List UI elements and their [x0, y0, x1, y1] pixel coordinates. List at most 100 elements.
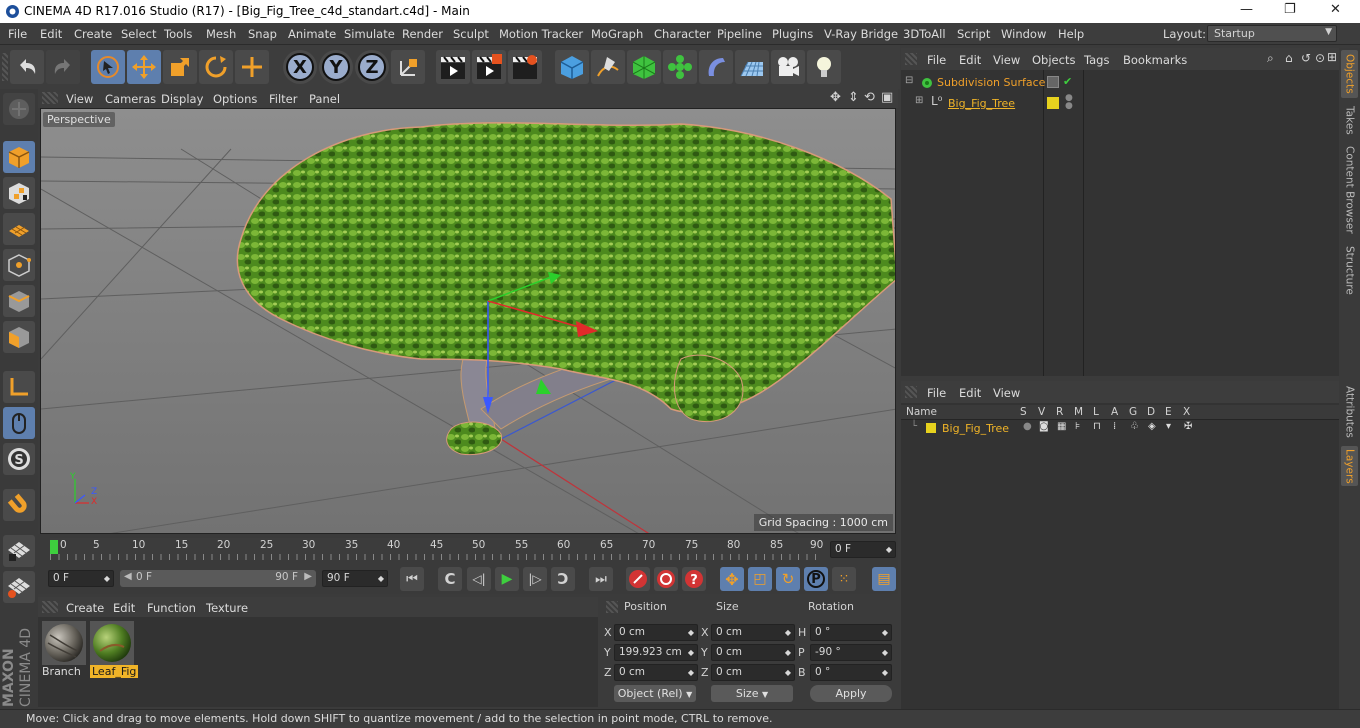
key-scale-button[interactable]: ◰	[748, 567, 772, 591]
cloner-button[interactable]	[663, 50, 697, 84]
menu-simulate[interactable]: Simulate	[344, 27, 395, 41]
viewport-rotate-icon[interactable]: ⟲	[864, 90, 875, 105]
layer-col-e[interactable]: E	[1165, 406, 1172, 418]
planar-workplane-button[interactable]	[3, 571, 35, 603]
undo-button[interactable]	[10, 50, 44, 84]
menu-window[interactable]: Window	[1001, 27, 1046, 41]
polygons-mode-button[interactable]	[3, 321, 35, 353]
locked-workplane-button[interactable]	[3, 535, 35, 567]
expressions-icon[interactable]: ▾	[1166, 421, 1171, 432]
viewport-maximize-icon[interactable]: ▣	[881, 90, 893, 105]
record-keys-button[interactable]	[626, 567, 650, 591]
coords-grip[interactable]	[606, 601, 618, 613]
view-eye-icon[interactable]: ◙	[1039, 421, 1049, 432]
layer-menu-edit[interactable]: Edit	[959, 386, 981, 400]
viewport-menu-view[interactable]: View	[66, 92, 93, 106]
prev-key-button[interactable]: C	[438, 567, 462, 591]
visibility-dots-icon[interactable]: ● ●	[1065, 94, 1073, 111]
points-mode-button[interactable]	[3, 249, 35, 281]
menu-mograph[interactable]: MoGraph	[591, 27, 643, 41]
material-menu-edit[interactable]: Edit	[113, 601, 135, 615]
layer-col-name[interactable]: Name	[906, 406, 937, 418]
object-menu-objects[interactable]: Objects	[1032, 53, 1075, 67]
size-y-field[interactable]: 0 cm ◆	[711, 644, 795, 661]
recent-tool-button[interactable]	[235, 50, 269, 84]
new-view-icon[interactable]: ⊞	[1327, 50, 1337, 64]
auto-key-button[interactable]	[654, 567, 678, 591]
end-frame-field[interactable]: 90 F ◆	[322, 570, 388, 587]
layer-color-icon[interactable]	[1047, 97, 1059, 109]
layer-col-d[interactable]: D	[1147, 406, 1155, 418]
menu-help[interactable]: Help	[1058, 27, 1084, 41]
pos-z-field[interactable]: 0 cm ◆	[614, 664, 698, 681]
current-frame-field[interactable]: 0 F ◆	[830, 541, 896, 558]
object-menu-view[interactable]: View	[993, 53, 1020, 67]
solo-icon[interactable]: ●	[1023, 421, 1032, 432]
range-left-arrow-icon[interactable]: ◀	[124, 571, 132, 582]
viewport-menu-cameras[interactable]: Cameras	[105, 92, 156, 106]
edges-mode-button[interactable]	[3, 285, 35, 317]
menu-character[interactable]: Character	[654, 27, 711, 41]
range-right-arrow-icon[interactable]: ▶	[304, 571, 312, 582]
frame-range-slider[interactable]: ◀ 0 F 90 F ▶	[120, 570, 316, 587]
layer-name-big-fig-tree[interactable]: Big_Fig_Tree	[942, 422, 1009, 435]
scale-button[interactable]	[163, 50, 197, 84]
viewport-menu-panel[interactable]: Panel	[309, 92, 340, 106]
material-grip[interactable]	[42, 601, 58, 613]
coordinate-system-button[interactable]	[391, 50, 425, 84]
key-param-button[interactable]: P	[804, 567, 828, 591]
tab-attributes[interactable]: Attributes	[1341, 382, 1358, 442]
camera-button[interactable]	[771, 50, 805, 84]
menu-file[interactable]: File	[8, 27, 27, 41]
layout-dropdown[interactable]: Startup ▼	[1207, 25, 1337, 42]
size-mode-dropdown[interactable]: Size ▼	[711, 685, 793, 702]
render-clapper-icon[interactable]: ▦	[1057, 421, 1066, 432]
render-settings-button[interactable]	[508, 50, 542, 84]
visibility-toggle-icon[interactable]	[1047, 76, 1059, 88]
start-frame-field[interactable]: 0 F ◆	[48, 570, 114, 587]
layer-menu-view[interactable]: View	[993, 386, 1020, 400]
layer-row-big-fig-tree[interactable]: └ Big_Fig_Tree ● ◙ ▦ ⊧ ⊓ ⁞ ♧ ◈ ▾ ✠	[901, 421, 1339, 436]
keyframe-selection-button[interactable]: ?	[682, 567, 706, 591]
object-name-subdivision-surface[interactable]: Subdivision Surface	[937, 76, 1045, 89]
coord-mode-dropdown[interactable]: Object (Rel) ▼	[614, 685, 696, 702]
menu-mesh[interactable]: Mesh	[206, 27, 236, 41]
make-editable-button[interactable]	[3, 93, 35, 125]
viewport-menu-display[interactable]: Display	[161, 92, 203, 106]
playhead[interactable]	[50, 540, 58, 554]
layer-col-s[interactable]: S	[1020, 406, 1027, 418]
material-menu-function[interactable]: Function	[147, 601, 196, 615]
menu-edit[interactable]: Edit	[40, 27, 62, 41]
timeline-track[interactable]: 0 5 10 15 20 25 30 35 40 45 50 55 60 65 …	[50, 538, 823, 560]
layer-col-v[interactable]: V	[1038, 406, 1045, 418]
layer-grip[interactable]	[905, 386, 917, 398]
light-button[interactable]	[807, 50, 841, 84]
deformers-icon[interactable]: ◈	[1148, 421, 1156, 432]
size-x-field[interactable]: 0 cm ◆	[711, 624, 795, 641]
menu-3dtoall[interactable]: 3DToAll	[903, 27, 946, 41]
play-button[interactable]: ▶	[495, 567, 519, 591]
minimize-button[interactable]: —	[1240, 2, 1253, 17]
object-menu-tags[interactable]: Tags	[1084, 53, 1109, 67]
menu-snap[interactable]: Snap	[248, 27, 277, 41]
apply-button[interactable]: Apply	[810, 685, 892, 702]
animation-icon[interactable]: ⁞	[1113, 421, 1116, 432]
menu-motion-tracker[interactable]: Motion Tracker	[499, 27, 583, 41]
z-axis-button[interactable]: Z	[355, 50, 389, 84]
material-branch[interactable]: Branch	[42, 621, 86, 678]
tab-layers[interactable]: Layers	[1341, 446, 1358, 486]
object-menu-bookmarks[interactable]: Bookmarks	[1123, 53, 1187, 67]
next-frame-button[interactable]: |▷	[523, 567, 547, 591]
menu-sculpt[interactable]: Sculpt	[453, 27, 489, 41]
viewport-pan-icon[interactable]: ✥	[830, 90, 841, 105]
axis-mode-button[interactable]	[3, 371, 35, 403]
filter-icon[interactable]: ⊙	[1315, 51, 1325, 65]
tab-objects[interactable]: Objects	[1341, 50, 1358, 98]
pos-x-field[interactable]: 0 cm ◆	[614, 624, 698, 641]
tweak-mode-button[interactable]	[3, 407, 35, 439]
viewport-dolly-icon[interactable]: ⇕	[848, 90, 859, 105]
rot-h-field[interactable]: 0 ° ◆	[810, 624, 892, 641]
menu-tools[interactable]: Tools	[164, 27, 192, 41]
menu-plugins[interactable]: Plugins	[772, 27, 813, 41]
object-menu-file[interactable]: File	[927, 53, 946, 67]
